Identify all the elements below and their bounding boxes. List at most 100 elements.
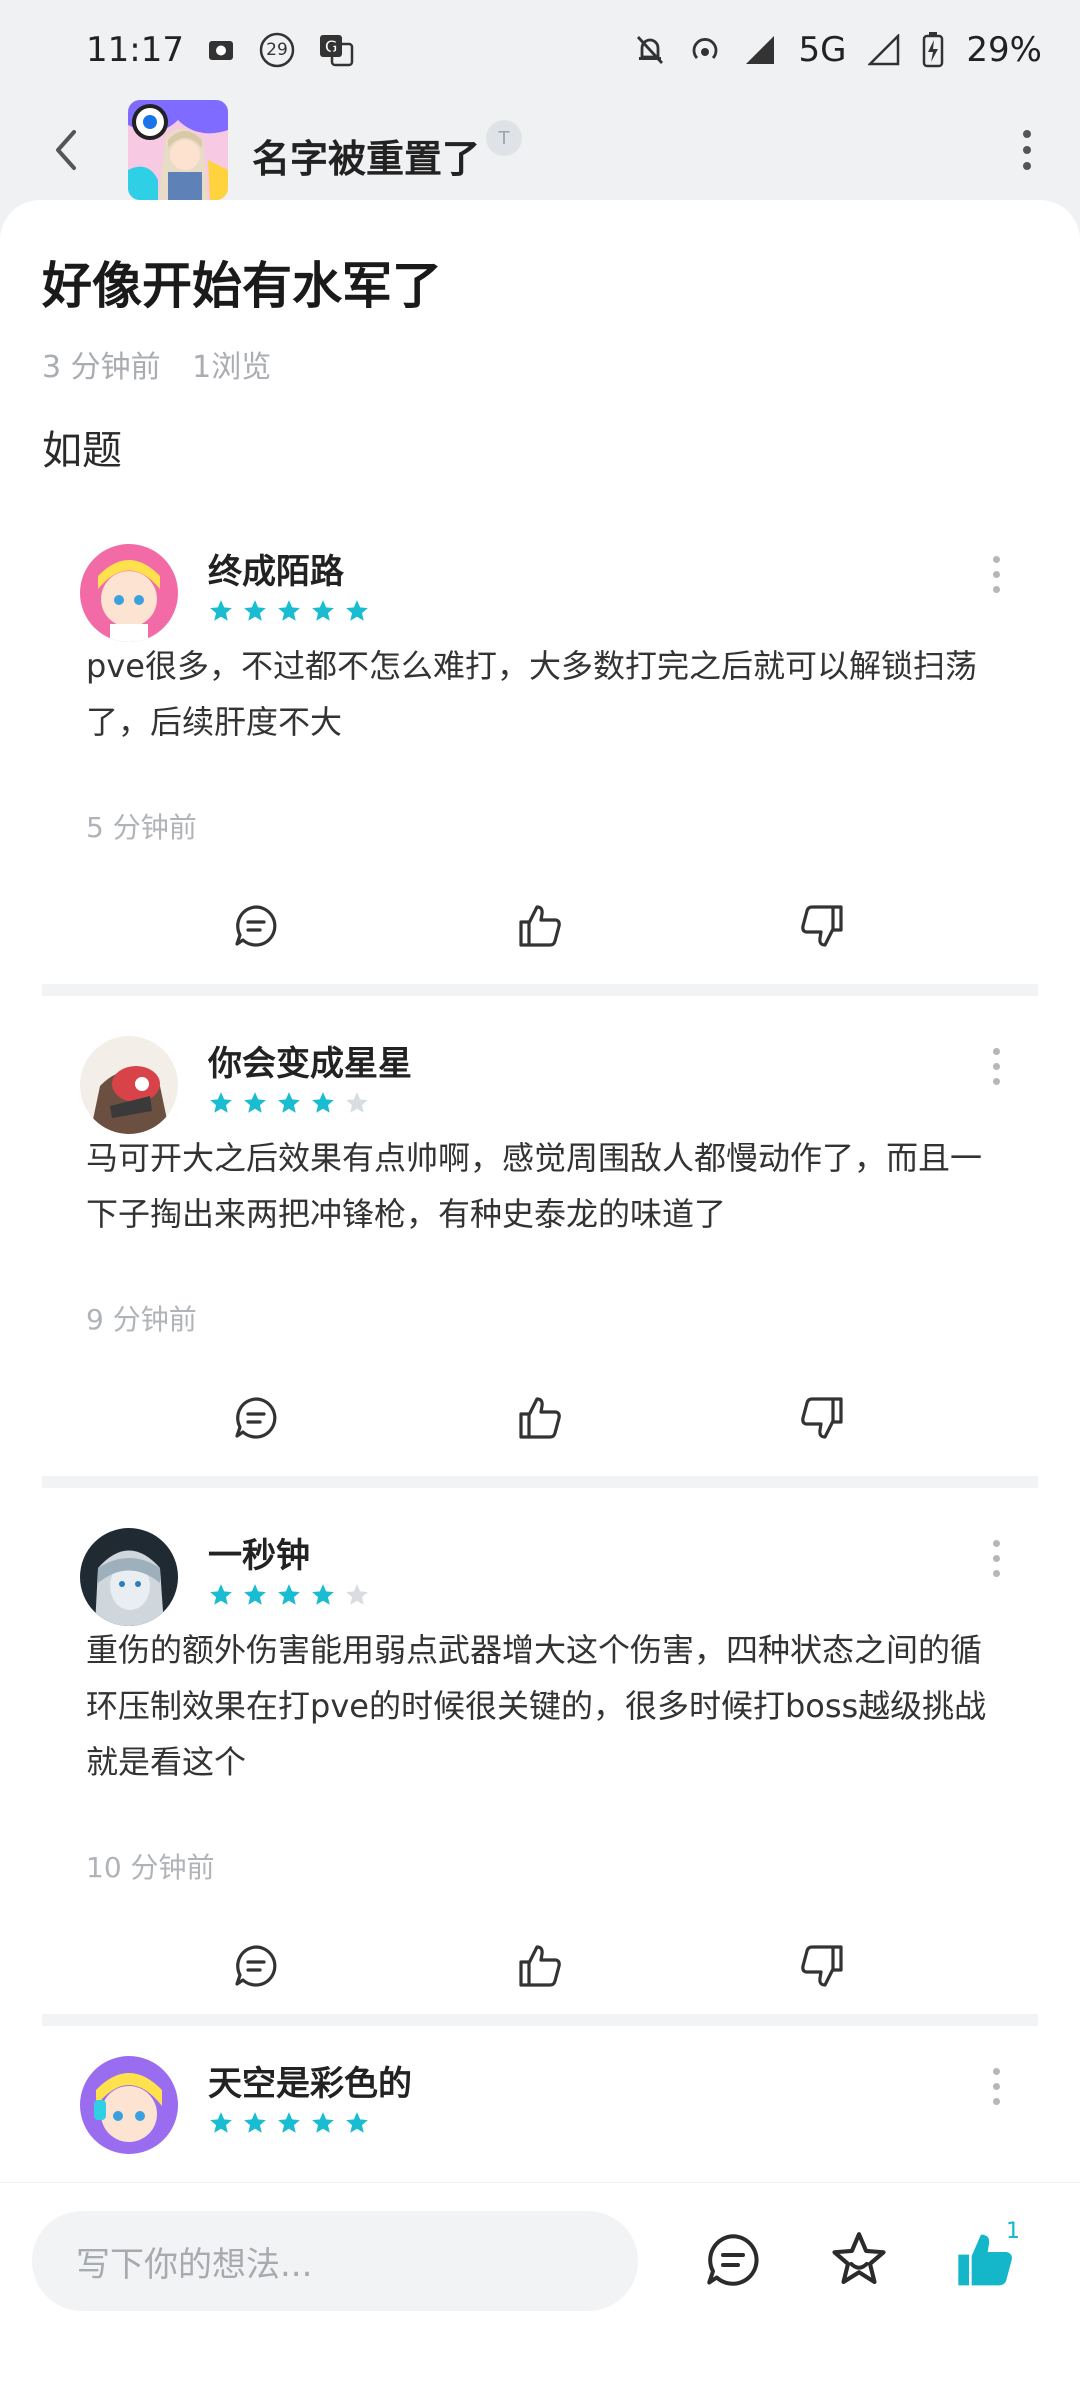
star-filled-icon: [278, 2112, 300, 2133]
author-avatar[interactable]: [128, 100, 228, 200]
comment-actions: [42, 1390, 1038, 1460]
bell-muted-icon: [634, 33, 666, 67]
reply-button[interactable]: [228, 898, 284, 954]
like-button[interactable]: [512, 1390, 568, 1446]
star-filled-icon: [278, 1092, 300, 1113]
star-filled-icon: [210, 1584, 232, 1605]
post-time: 3 分钟前: [42, 350, 161, 385]
status-time: 11:17: [86, 30, 184, 70]
chevron-left-icon: [56, 130, 76, 170]
star-filled-icon: [312, 2112, 334, 2133]
thumbs-up-icon: [519, 1945, 561, 1987]
commenter-avatar[interactable]: [80, 1036, 178, 1134]
top-bar: 名字被重置了: [0, 100, 1080, 200]
comment-text: 马可开大之后效果有点帅啊，感觉周围敌人都慢动作了，而且一下子掏出来两把冲锋枪，有…: [86, 1139, 983, 1233]
comment-card: 你会变成星星 马可开大之后效果有点帅啊，感觉周围敌人都慢动作了，而且一下子掏出来…: [42, 1008, 1038, 1488]
star-filled-icon: [346, 2112, 368, 2133]
star-filled-icon: [210, 600, 232, 621]
thumbs-up-icon: [519, 905, 561, 947]
star-filled-icon: [244, 2112, 266, 2133]
star-filled-icon: [210, 2112, 232, 2133]
comment-more-button[interactable]: [993, 1048, 1000, 1085]
translate-icon: G: [318, 33, 354, 67]
commenter-name[interactable]: 天空是彩色的: [208, 2056, 412, 2105]
star-icon: [832, 2232, 886, 2285]
comment-card: 天空是彩色的: [42, 2028, 1038, 2188]
star-filled-icon: [244, 1584, 266, 1605]
status-bar: 11:17 29 G 5G 29%: [0, 0, 1080, 100]
comment-actions: [42, 1938, 1038, 2008]
dislike-button[interactable]: [794, 1390, 850, 1446]
post-content: 好像开始有水军了 3 分钟前 1浏览 如题 终成陌路 pve很多，不过都不怎么难…: [0, 200, 1080, 2200]
reply-button[interactable]: [228, 1938, 284, 1994]
author-badge: T: [486, 120, 522, 156]
comment-text: 重伤的额外伤害能用弱点武器增大这个伤害，四种状态之间的循环压制效果在打pve的时…: [86, 1631, 987, 1781]
commenter-avatar[interactable]: [80, 544, 178, 642]
hotspot-icon: [688, 33, 722, 67]
rating-stars: [208, 598, 370, 624]
comment-time: 5 分钟前: [86, 811, 197, 844]
back-button[interactable]: [50, 120, 90, 180]
thumbs-down-icon: [801, 1945, 843, 1987]
reply-icon: [235, 1945, 277, 1987]
reply-button[interactable]: [228, 1390, 284, 1446]
author-name[interactable]: 名字被重置了: [252, 128, 480, 183]
star-empty-icon: [346, 1092, 368, 1113]
comment-more-button[interactable]: [993, 556, 1000, 593]
comment-input[interactable]: 写下你的想法...: [32, 2211, 638, 2311]
like-button[interactable]: [512, 1938, 568, 1994]
like-button[interactable]: [512, 898, 568, 954]
comment-more-button[interactable]: [993, 2068, 1000, 2105]
dislike-button[interactable]: [794, 1938, 850, 1994]
star-empty-icon: [346, 1584, 368, 1605]
post-views: 1浏览: [192, 350, 272, 385]
star-filled-icon: [312, 600, 334, 621]
star-filled-icon: [312, 1584, 334, 1605]
comment-icon: [707, 2234, 759, 2286]
divider: [42, 2014, 1038, 2026]
thumbs-up-icon: [519, 1397, 561, 1439]
bottom-bar: 写下你的想法... 1: [0, 2182, 1080, 2401]
rating-stars: [208, 1582, 370, 1608]
more-options-button[interactable]: [1012, 120, 1042, 180]
comment-card: 终成陌路 pve很多，不过都不怎么难打，大多数打完之后就可以解锁扫荡了，后续肝度…: [42, 516, 1038, 996]
notification-count-icon: 29: [258, 31, 296, 69]
dislike-button[interactable]: [794, 898, 850, 954]
rating-stars: [208, 1090, 370, 1116]
commenter-avatar[interactable]: [80, 2056, 178, 2154]
commenter-name[interactable]: 终成陌路: [208, 544, 344, 593]
comment-time: 9 分钟前: [86, 1303, 197, 1336]
star-filled-icon: [312, 1092, 334, 1113]
divider: [42, 1476, 1038, 1488]
star-filled-icon: [346, 600, 368, 621]
thumbs-down-icon: [801, 905, 843, 947]
reply-icon: [235, 905, 277, 947]
favorite-button[interactable]: [824, 2225, 894, 2295]
thumbs-down-icon: [801, 1397, 843, 1439]
commenter-avatar[interactable]: [80, 1528, 178, 1626]
commenter-name[interactable]: 一秒钟: [208, 1528, 310, 1577]
battery-charging-icon: [922, 32, 944, 68]
comments-button[interactable]: [698, 2225, 768, 2295]
comment-actions: [42, 898, 1038, 968]
rating-stars: [208, 2110, 370, 2136]
star-filled-icon: [244, 1092, 266, 1113]
star-filled-icon: [278, 1584, 300, 1605]
star-filled-icon: [244, 600, 266, 621]
post-title: 好像开始有水军了: [42, 257, 442, 315]
battery-percent: 29%: [966, 30, 1042, 70]
star-filled-icon: [210, 1092, 232, 1113]
divider: [42, 984, 1038, 996]
like-count: 1: [1006, 2219, 1020, 2244]
comment-more-button[interactable]: [993, 1540, 1000, 1577]
comment-text: pve很多，不过都不怎么难打，大多数打完之后就可以解锁扫荡了，后续肝度不大: [86, 647, 977, 741]
commenter-name[interactable]: 你会变成星星: [208, 1036, 412, 1085]
camera-icon: [206, 35, 236, 65]
star-filled-icon: [278, 600, 300, 621]
signal-icon: [744, 34, 776, 66]
comment-time: 10 分钟前: [86, 1851, 215, 1884]
network-type: 5G: [798, 30, 847, 70]
signal-icon-2: [868, 34, 900, 66]
comment-card: 一秒钟 重伤的额外伤害能用弱点武器增大这个伤害，四种状态之间的循环压制效果在打p…: [42, 1500, 1038, 2026]
post-body: 如题: [42, 428, 122, 474]
